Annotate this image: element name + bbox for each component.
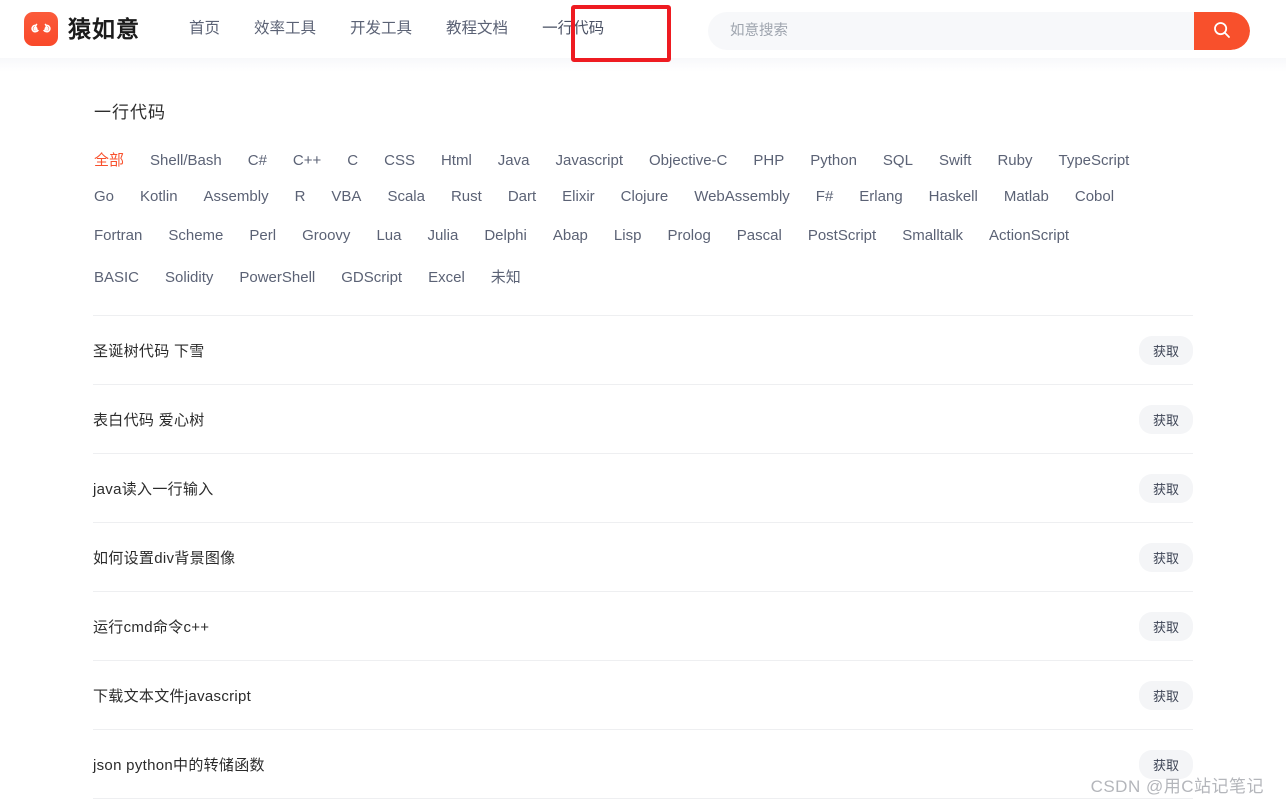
- nav-item-efficiency-tools[interactable]: 效率工具: [237, 0, 333, 58]
- tag-scheme[interactable]: Scheme: [168, 227, 223, 244]
- nav-item-home[interactable]: 首页: [172, 0, 237, 58]
- table-row[interactable]: 如何设置div背景图像 获取: [93, 523, 1193, 592]
- tag-abap[interactable]: Abap: [553, 227, 588, 244]
- tag-sql[interactable]: SQL: [883, 152, 913, 169]
- monkey-spiral-logo-icon: [24, 12, 58, 46]
- row-title: json python中的转储函数: [93, 756, 265, 774]
- tag-vba[interactable]: VBA: [331, 188, 361, 205]
- tag-delphi[interactable]: Delphi: [484, 227, 527, 244]
- tag-postscript[interactable]: PostScript: [808, 227, 876, 244]
- tag-dart[interactable]: Dart: [508, 188, 536, 205]
- tag-css[interactable]: CSS: [384, 152, 415, 169]
- tag-webassembly[interactable]: WebAssembly: [694, 188, 790, 205]
- row-title: 圣诞树代码 下雪: [93, 342, 205, 360]
- table-row[interactable]: json python中的转储函数 获取: [93, 730, 1193, 799]
- row-title: 运行cmd命令c++: [93, 618, 210, 636]
- tag-groovy[interactable]: Groovy: [302, 227, 350, 244]
- tag-scala[interactable]: Scala: [387, 188, 425, 205]
- tag-html[interactable]: Html: [441, 152, 472, 169]
- table-row[interactable]: 运行cmd命令c++ 获取: [93, 592, 1193, 661]
- main-content: 一行代码 全部 Shell/Bash C# C++ C CSS Html Jav…: [0, 98, 1286, 799]
- tag-python[interactable]: Python: [810, 152, 857, 169]
- tag-fsharp[interactable]: F#: [816, 188, 834, 205]
- tag-java[interactable]: Java: [498, 152, 530, 169]
- brand[interactable]: 猿如意: [24, 12, 140, 46]
- tag-haskell[interactable]: Haskell: [929, 188, 978, 205]
- table-row[interactable]: 下载文本文件javascript 获取: [93, 661, 1193, 730]
- get-button[interactable]: 获取: [1138, 542, 1193, 572]
- tag-matlab[interactable]: Matlab: [1004, 188, 1049, 205]
- tag-typescript[interactable]: TypeScript: [1058, 152, 1129, 169]
- tag-shell-bash[interactable]: Shell/Bash: [150, 152, 222, 169]
- page-title: 一行代码: [94, 103, 166, 122]
- tag-row: Go Kotlin Assembly R VBA Scala Rust Dart…: [94, 188, 1193, 227]
- row-title: 如何设置div背景图像: [93, 549, 236, 567]
- get-button[interactable]: 获取: [1138, 404, 1193, 434]
- tag-lua[interactable]: Lua: [376, 227, 401, 244]
- table-row[interactable]: 表白代码 爱心树 获取: [93, 385, 1193, 454]
- tag-fortran[interactable]: Fortran: [94, 227, 142, 244]
- site-header: 猿如意 首页 效率工具 开发工具 教程文档 一行代码: [0, 0, 1286, 62]
- tag-go[interactable]: Go: [94, 188, 114, 205]
- language-filter-tags: 全部 Shell/Bash C# C++ C CSS Html Java Jav…: [94, 149, 1193, 305]
- search-button[interactable]: [1194, 12, 1250, 50]
- nav-item-one-line-code[interactable]: 一行代码: [525, 0, 621, 58]
- tag-pascal[interactable]: Pascal: [737, 227, 782, 244]
- get-button[interactable]: 获取: [1138, 749, 1193, 779]
- tag-cpp[interactable]: C++: [293, 152, 321, 169]
- row-title: 表白代码 爱心树: [93, 411, 205, 429]
- tag-erlang[interactable]: Erlang: [859, 188, 902, 205]
- search-icon: [1212, 20, 1232, 43]
- code-snippet-list: 圣诞树代码 下雪 获取 表白代码 爱心树 获取 java读入一行输入 获取 如何…: [93, 316, 1193, 799]
- table-row[interactable]: 圣诞树代码 下雪 获取: [93, 316, 1193, 385]
- tag-clojure[interactable]: Clojure: [621, 188, 669, 205]
- tag-lisp[interactable]: Lisp: [614, 227, 642, 244]
- get-button[interactable]: 获取: [1138, 680, 1193, 710]
- tag-kotlin[interactable]: Kotlin: [140, 188, 178, 205]
- tag-actionscript[interactable]: ActionScript: [989, 227, 1069, 244]
- header-shadow: [0, 58, 1286, 72]
- tag-rust[interactable]: Rust: [451, 188, 482, 205]
- tag-prolog[interactable]: Prolog: [667, 227, 710, 244]
- get-button[interactable]: 获取: [1138, 611, 1193, 641]
- tag-gdscript[interactable]: GDScript: [341, 269, 402, 286]
- tag-cobol[interactable]: Cobol: [1075, 188, 1114, 205]
- tag-csharp[interactable]: C#: [248, 152, 267, 169]
- brand-name: 猿如意: [68, 15, 140, 42]
- tag-unknown[interactable]: 未知: [491, 266, 521, 287]
- tag-c[interactable]: C: [347, 152, 358, 169]
- tag-row: 全部 Shell/Bash C# C++ C CSS Html Java Jav…: [94, 149, 1193, 188]
- table-row[interactable]: java读入一行输入 获取: [93, 454, 1193, 523]
- tag-smalltalk[interactable]: Smalltalk: [902, 227, 963, 244]
- tag-basic[interactable]: BASIC: [94, 269, 139, 286]
- row-title: java读入一行输入: [93, 480, 214, 498]
- tag-javascript[interactable]: Javascript: [555, 152, 623, 169]
- tag-swift[interactable]: Swift: [939, 152, 972, 169]
- nav-item-tutorial-docs[interactable]: 教程文档: [429, 0, 525, 58]
- get-button[interactable]: 获取: [1138, 335, 1193, 365]
- tag-elixir[interactable]: Elixir: [562, 188, 595, 205]
- tag-row: BASIC Solidity PowerShell GDScript Excel…: [94, 266, 1193, 305]
- tag-perl[interactable]: Perl: [249, 227, 276, 244]
- tag-excel[interactable]: Excel: [428, 269, 465, 286]
- main-nav: 首页 效率工具 开发工具 教程文档 一行代码: [172, 0, 621, 58]
- content-container: 一行代码 全部 Shell/Bash C# C++ C CSS Html Jav…: [93, 98, 1193, 305]
- tag-julia[interactable]: Julia: [427, 227, 458, 244]
- tag-r[interactable]: R: [295, 188, 306, 205]
- search-input[interactable]: [708, 12, 1194, 50]
- tag-objective-c[interactable]: Objective-C: [649, 152, 727, 169]
- tag-ruby[interactable]: Ruby: [997, 152, 1032, 169]
- tag-solidity[interactable]: Solidity: [165, 269, 213, 286]
- search-bar: [708, 12, 1250, 50]
- tag-assembly[interactable]: Assembly: [204, 188, 269, 205]
- tag-row: Fortran Scheme Perl Groovy Lua Julia Del…: [94, 227, 1193, 266]
- get-button[interactable]: 获取: [1138, 473, 1193, 503]
- tag-powershell[interactable]: PowerShell: [239, 269, 315, 286]
- nav-item-dev-tools[interactable]: 开发工具: [333, 0, 429, 58]
- tag-php[interactable]: PHP: [753, 152, 784, 169]
- row-title: 下载文本文件javascript: [93, 687, 252, 705]
- tag-all[interactable]: 全部: [94, 149, 124, 170]
